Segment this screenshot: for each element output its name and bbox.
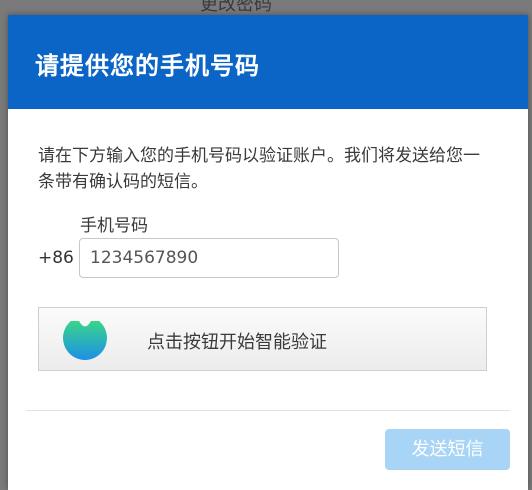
phone-verification-dialog: 请提供您的手机号码 请在下方输入您的手机号码以验证账户。我们将发送给您一条带有确… [8,15,528,490]
phone-number-input[interactable] [79,238,339,278]
smart-verify-button[interactable]: 点击按钮开始智能验证 [38,307,487,371]
footer-divider [26,410,510,411]
phone-number-label: 手机号码 [80,216,148,236]
send-sms-button[interactable]: 发送短信 [385,429,510,470]
background-page-title: 更改密码 [200,0,272,15]
dialog-title: 请提供您的手机号码 [35,52,260,80]
dialog-header: 请提供您的手机号码 [8,15,528,109]
smart-verify-logo-icon [63,321,107,360]
dialog-description: 请在下方输入您的手机号码以验证账户。我们将发送给您一条带有确认码的短信。 [38,146,480,192]
country-code: +86 [38,248,74,268]
smart-verify-label: 点击按钮开始智能验证 [147,332,327,353]
